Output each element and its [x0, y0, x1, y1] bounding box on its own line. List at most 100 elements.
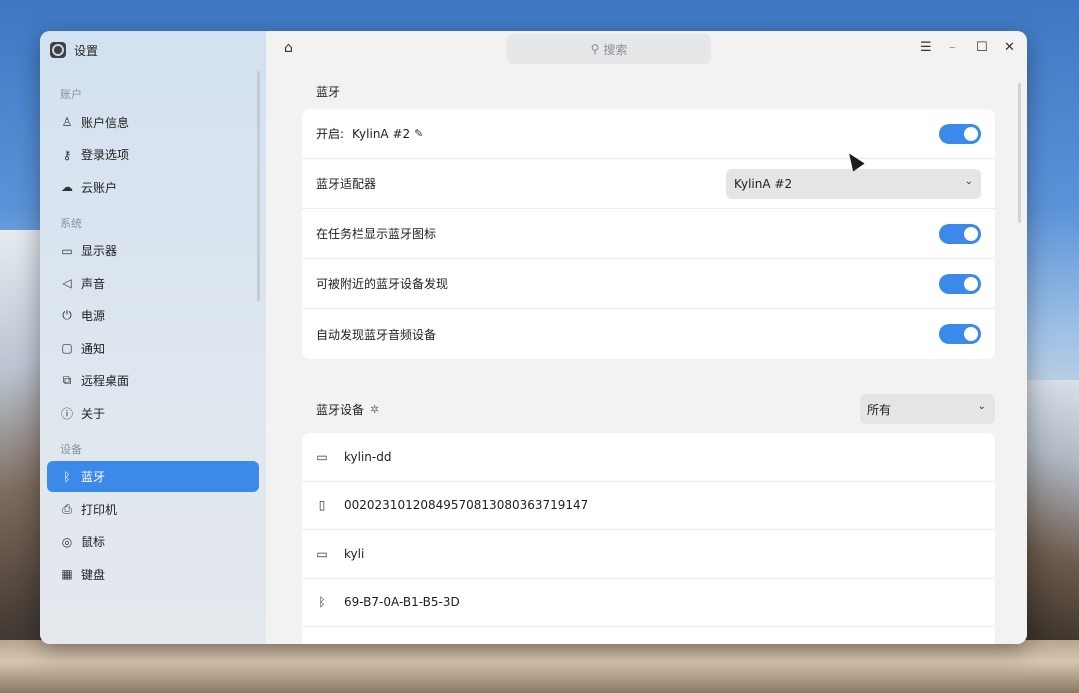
- mouse-icon: ◎: [61, 534, 73, 549]
- main-panel: ⌂ ⚲ 搜索 ☰ – ☐ ✕ 蓝牙 开启: KylinA #2 ✎ 蓝牙适配器: [266, 31, 1027, 644]
- sidebar-item-label: 鼠标: [81, 535, 106, 549]
- adapter-row: 蓝牙适配器 KylinA #2 ⌄: [302, 159, 995, 209]
- sidebar: 设置 账户 ♙ 账户信息 ⚷ 登录选项 ☁ 云账户系统 ▭ 显示器 ◁ 声音 ⏻ 电源 ▢ 通知 ⧉ 远程桌面 ⓘ…: [40, 31, 266, 644]
- sidebar-item-label: 登录选项: [81, 148, 130, 162]
- device-name: kylin-dd: [344, 449, 392, 464]
- device-row[interactable]: ▯ 00202310120849570813080363719147: [302, 482, 995, 530]
- bluetooth-group-title: 蓝牙: [316, 84, 341, 99]
- adapter-label: 蓝牙适配器: [316, 177, 377, 191]
- sidebar-section-label: 设备: [60, 442, 82, 456]
- bluetooth-settings-card: 开启: KylinA #2 ✎ 蓝牙适配器 KylinA #2 ⌄ 在任务栏显示…: [302, 109, 995, 359]
- sidebar-item[interactable]: ⧉ 远程桌面: [47, 365, 259, 396]
- titlebar: ⌂ ⚲ 搜索 ☰ – ☐ ✕: [266, 31, 1027, 65]
- close-icon[interactable]: ✕: [1004, 40, 1015, 55]
- discoverable-toggle[interactable]: [939, 274, 981, 294]
- speaker-icon: ◁: [62, 276, 72, 290]
- info-icon: ⓘ: [60, 406, 73, 421]
- monitor-icon: ▭: [61, 243, 73, 258]
- sidebar-item-label: 电源: [81, 309, 106, 323]
- loading-spinner-icon: ✲: [370, 402, 380, 416]
- device-row[interactable]: ▭ kylin-dd: [302, 433, 995, 482]
- sidebar-item[interactable]: ⚷ 登录选项: [47, 139, 259, 170]
- sidebar-item[interactable]: ◁ 声音: [47, 268, 259, 299]
- sidebar-item-label: 云账户: [81, 180, 118, 195]
- settings-logo-icon: [50, 42, 66, 58]
- bluetooth-enable-toggle[interactable]: [939, 124, 981, 144]
- bluetooth-icon: ᛒ: [63, 469, 71, 484]
- device-name: 00202310120849570813080363719147: [344, 498, 589, 513]
- sidebar-section-label: 系统: [60, 216, 82, 230]
- search-input[interactable]: ⚲ 搜索: [507, 34, 711, 64]
- sidebar-item-label: 显示器: [81, 244, 118, 258]
- sidebar-item[interactable]: ◎ 鼠标: [47, 526, 259, 557]
- sidebar-item[interactable]: ⓘ 关于: [47, 398, 259, 429]
- cloud-account-icon: ☁: [61, 180, 73, 194]
- sidebar-item-label: 打印机: [81, 502, 118, 517]
- sidebar-nav: 账户 ♙ 账户信息 ⚷ 登录选项 ☁ 云账户系统 ▭ 显示器 ◁ 声音 ⏻ 电源 ▢ 通知 ⧉ 远程桌面 ⓘ 关于设…: [40, 83, 266, 590]
- keyboard-icon: ▦: [61, 567, 73, 581]
- sidebar-item-label: 键盘: [81, 567, 106, 582]
- sidebar-item-label: 蓝牙: [81, 470, 106, 484]
- key-icon: ⚷: [62, 147, 72, 162]
- sidebar-item[interactable]: ▭ 显示器: [47, 235, 259, 266]
- sidebar-item[interactable]: ☁ 云账户: [47, 172, 259, 203]
- chevron-down-icon: ⌄: [964, 176, 973, 187]
- device-row[interactable]: ▭ kyli: [302, 530, 995, 579]
- device-filter-select[interactable]: 所有 ⌄: [860, 394, 995, 424]
- search-placeholder: 搜索: [603, 42, 628, 57]
- sidebar-item-label: 账户信息: [81, 115, 130, 130]
- device-name: 69-B7-0A-B1-B5-3D: [344, 595, 460, 610]
- taskbar-icon-row: 在任务栏显示蓝牙图标: [302, 209, 995, 259]
- chevron-down-icon: ⌄: [977, 401, 986, 412]
- devices-title: 蓝牙设备: [316, 402, 365, 417]
- maximize-icon[interactable]: ☐: [976, 40, 988, 55]
- minimize-icon[interactable]: –: [949, 40, 956, 55]
- settings-window: 设置 账户 ♙ 账户信息 ⚷ 登录选项 ☁ 云账户系统 ▭ 显示器 ◁ 声音 ⏻ 电源 ▢ 通知 ⧉ 远程桌面 ⓘ…: [40, 31, 1027, 644]
- adapter-select[interactable]: KylinA #2 ⌄: [726, 169, 981, 199]
- sidebar-item[interactable]: ♙ 账户信息: [47, 107, 259, 138]
- remote-desktop-icon: ⧉: [62, 373, 72, 387]
- edit-icon[interactable]: ✎: [414, 127, 423, 140]
- sidebar-item[interactable]: ▢ 通知: [47, 333, 259, 364]
- power-icon: ⏻: [62, 308, 72, 322]
- sidebar-item[interactable]: ⏻ 电源: [47, 300, 259, 331]
- bluetooth-icon: ᛒ: [318, 595, 326, 610]
- computer-icon: ▭: [316, 546, 328, 561]
- discoverable-label: 可被附近的蓝牙设备发现: [316, 277, 449, 291]
- app-title: 设置: [74, 43, 99, 58]
- desktop-wallpaper-bottom: [0, 640, 1079, 693]
- device-name: KylinA #2: [352, 126, 411, 141]
- sidebar-item[interactable]: ▦ 键盘: [47, 559, 259, 590]
- sidebar-item[interactable]: ⎙ 打印机: [47, 494, 259, 525]
- printer-icon: ⎙: [62, 501, 72, 516]
- app-header: 设置: [40, 31, 266, 69]
- auto-audio-label: 自动发现蓝牙音频设备: [316, 327, 437, 342]
- adapter-value: KylinA #2: [734, 177, 793, 191]
- filter-value: 所有: [867, 402, 892, 417]
- phone-icon: ▯: [318, 498, 326, 513]
- content: 蓝牙 开启: KylinA #2 ✎ 蓝牙适配器 KylinA #2 ⌄ 在任务…: [302, 81, 995, 644]
- auto-audio-toggle[interactable]: [939, 324, 981, 344]
- discoverable-row: 可被附近的蓝牙设备发现: [302, 259, 995, 309]
- sidebar-section-label: 账户: [60, 88, 82, 101]
- devices-header: 蓝牙设备 ✲ 所有 ⌄: [302, 393, 995, 425]
- menu-icon[interactable]: ☰: [920, 40, 932, 55]
- taskbar-icon-label: 在任务栏显示蓝牙图标: [316, 227, 437, 241]
- sidebar-item[interactable]: ᛒ 蓝牙: [47, 461, 259, 492]
- enable-row: 开启: KylinA #2 ✎: [302, 109, 995, 159]
- device-list: ▭ kylin-dd ▯ 002023101208495708130803637191…: [302, 433, 995, 644]
- user-icon: ♙: [61, 115, 73, 129]
- home-icon[interactable]: ⌂: [284, 40, 293, 56]
- sidebar-item-label: 关于: [81, 406, 106, 421]
- search-icon: ⚲: [590, 42, 600, 56]
- main-scrollbar[interactable]: [1018, 83, 1021, 223]
- sidebar-scrollbar[interactable]: [257, 71, 260, 301]
- auto-audio-row: 自动发现蓝牙音频设备: [302, 309, 995, 359]
- sidebar-item-label: 远程桌面: [81, 374, 130, 388]
- computer-icon: ▭: [316, 449, 328, 464]
- notification-icon: ▢: [61, 341, 73, 355]
- taskbar-icon-toggle[interactable]: [939, 224, 981, 244]
- sidebar-item-label: 声音: [81, 276, 106, 291]
- device-row[interactable]: ᛒ 69-B7-0A-B1-B5-3D: [302, 579, 995, 627]
- enable-label: 开启:: [316, 127, 345, 141]
